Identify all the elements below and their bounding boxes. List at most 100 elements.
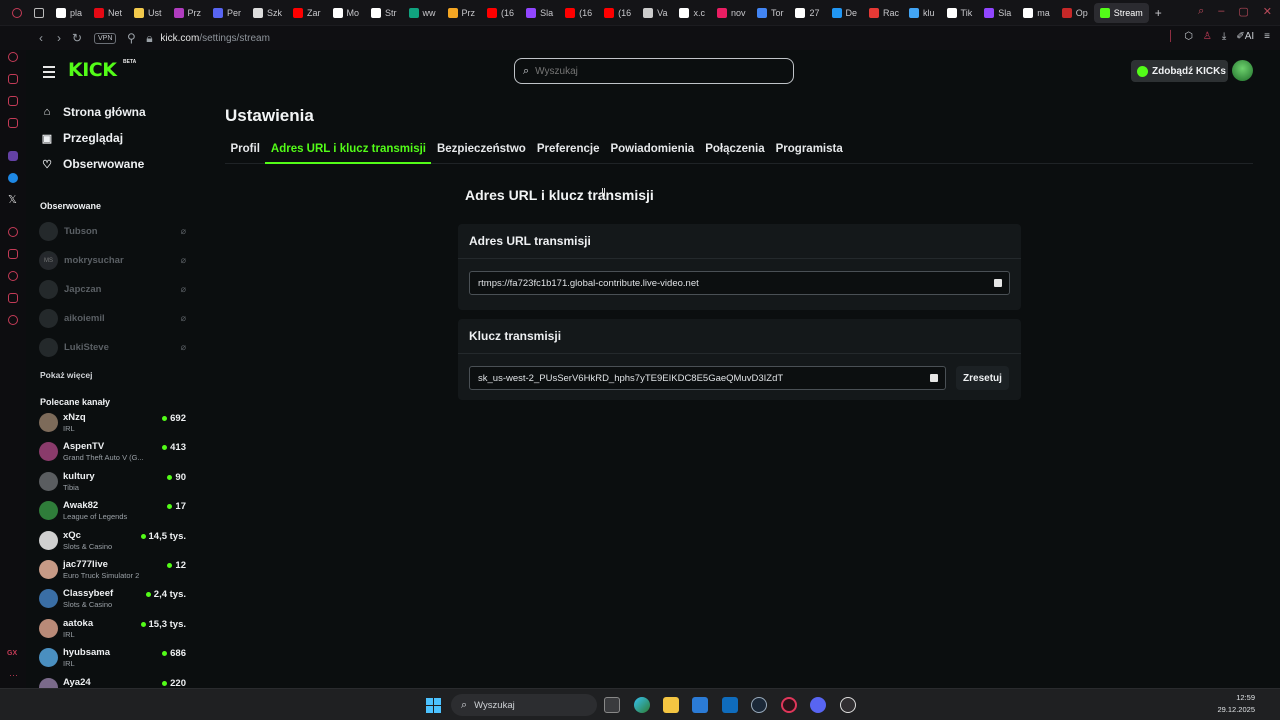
system-clock[interactable]: 12:59 29.12.2025 [1217,692,1255,716]
stream-url-field[interactable]: rtmps://fa723fc1b171.global-contribute.l… [469,271,1010,295]
browser-tab[interactable]: (16 [559,3,598,23]
browser-tab[interactable]: Mo [327,3,366,23]
browser-tab[interactable]: pla [50,3,88,23]
opera-menu-button[interactable] [6,3,28,23]
following-channel[interactable]: MS mokrysuchar ⌀ [26,246,192,275]
browser-tab[interactable]: Ust [128,3,168,23]
site-settings-icon[interactable]: ⚲ [122,31,140,45]
following-channel[interactable]: LukiSteve ⌀ [26,333,192,362]
browser-tab[interactable]: Per [207,3,247,23]
copy-icon[interactable] [994,279,1002,287]
recommended-channel[interactable]: AspenTV Grand Theft Auto V (G... 413 [26,439,192,468]
file-explorer-icon[interactable] [663,697,679,713]
aria-ai-button[interactable]: ✐AI [1236,31,1254,42]
browser-tab[interactable]: ma [1017,3,1056,23]
opera-gx-icon[interactable] [781,697,797,713]
sidebar-workspace-icon[interactable] [8,74,18,84]
user-avatar[interactable] [1232,60,1253,81]
reload-button[interactable]: ↻ [68,31,86,45]
obs-icon[interactable] [840,697,856,713]
reset-key-button[interactable]: Zresetuj [956,366,1009,390]
browser-tab[interactable]: Rac [863,3,903,23]
taskbar-search[interactable]: ⌕ Wyszukaj [451,694,597,716]
back-button[interactable]: ‹ [32,31,50,45]
get-kicks-button[interactable]: Zdobądź KICKs [1131,60,1228,82]
recommended-channel[interactable]: aatoka IRL 15,3 tys. [26,616,192,645]
stream-key-field[interactable]: sk_us-west-2_PUsSerV6HkRD_hphs7yTE9EIKDC… [469,366,946,390]
vpn-badge[interactable]: VPN [94,32,117,44]
browser-tab[interactable]: Prz [442,3,482,23]
settings-tab[interactable]: Powiadomienia [605,140,700,164]
steam-icon[interactable] [751,697,767,713]
settings-tab[interactable]: Programista [770,140,848,164]
recommended-channel[interactable]: hyubsama IRL 686 [26,645,192,674]
settings-tab[interactable]: Bezpieczeństwo [431,140,531,164]
sidebar-messenger-icon[interactable] [8,173,18,183]
download-icon[interactable]: ⤓ [1222,31,1226,42]
edge-icon[interactable] [634,697,650,713]
recommended-channel[interactable]: Awak82 League of Legends 17 [26,498,192,527]
hamburger-menu-icon[interactable] [43,66,55,81]
browser-tab[interactable]: Prz [168,3,208,23]
copy-icon[interactable] [930,374,938,382]
recommended-channel[interactable]: kultury Tibia 90 [26,469,192,498]
settings-tab[interactable]: Adres URL i klucz transmisji [265,140,432,164]
maximize-button[interactable]: ▢ [1238,5,1248,18]
sidebar-workspace-icon[interactable] [8,118,18,128]
forward-button[interactable]: › [50,31,68,45]
recommended-channel[interactable]: jac777live Euro Truck Simulator 2 12 [26,557,192,586]
browser-tab[interactable]: nov [711,3,751,23]
minimize-button[interactable]: – [1218,5,1224,18]
browser-tab[interactable]: x.c [673,3,711,23]
browser-tab[interactable]: Tik [941,3,979,23]
start-icon[interactable] [426,698,441,713]
tab-overview-button[interactable] [28,3,50,23]
browser-tab[interactable]: Net [88,3,128,23]
settings-tab[interactable]: Profil [225,140,265,164]
sidebar-more-icon[interactable]: ··· [9,670,18,680]
browser-tab[interactable]: Zar [287,3,327,23]
search-box[interactable]: ⌕ [514,58,794,84]
nav-item[interactable]: ♡ Obserwowane [26,151,192,177]
extensions-icon[interactable]: ⬡ [1184,31,1193,42]
browser-tab[interactable]: Str [365,3,403,23]
browser-tab[interactable]: Tor [751,3,790,23]
browser-tab[interactable]: 27 [789,3,825,23]
recommended-channel[interactable]: xQc Slots & Casino 14,5 tys. [26,528,192,557]
lock-icon[interactable]: 🔒︎ [140,31,158,46]
wallet-icon[interactable]: ♙ [1203,31,1212,42]
task-view-icon[interactable] [604,697,620,713]
discord-icon[interactable] [810,697,826,713]
sidebar-x-icon[interactable]: 𝕏 [8,193,17,206]
browser-tab[interactable]: Sla [978,3,1017,23]
sidebar-speed-dial-icon[interactable] [8,52,18,62]
browser-tab[interactable]: klu [903,3,941,23]
sidebar-extensions-icon[interactable] [8,293,18,303]
browser-tab[interactable]: ww [403,3,442,23]
sidebar-gx-icon[interactable]: GX [7,650,17,657]
browser-tab[interactable]: Sla [520,3,559,23]
browser-tab[interactable]: Op [1056,3,1094,23]
sidebar-player-icon[interactable] [8,227,18,237]
browser-tab[interactable]: Szk [247,3,287,23]
following-channel[interactable]: Tubson ⌀ [26,217,192,246]
new-tab-button[interactable]: + [1149,3,1168,23]
settings-tab[interactable]: Połączenia [700,140,770,164]
sidebar-history-icon[interactable] [8,271,18,281]
url-field[interactable]: kick.com/settings/stream [160,33,270,44]
sidebar-wallet-icon[interactable] [8,249,18,259]
nav-item[interactable]: ⌂ Strona główna [26,99,192,125]
browser-tab[interactable]: (16 [481,3,520,23]
outlook-icon[interactable] [722,697,738,713]
menu-icon[interactable]: ≡ [1264,31,1270,42]
sidebar-workspace-icon[interactable] [8,96,18,106]
show-more-link[interactable]: Pokaż więcej [26,370,192,380]
kick-logo[interactable]: KICK [68,59,117,81]
following-channel[interactable]: Japczan ⌀ [26,275,192,304]
browser-tab[interactable]: De [826,3,864,23]
recommended-channel[interactable]: Aya24 220 [26,675,192,688]
recommended-channel[interactable]: xNzq IRL 692 [26,410,192,439]
browser-tab[interactable]: Va [637,3,673,23]
settings-tab[interactable]: Preferencje [531,140,605,164]
sidebar-twitch-icon[interactable] [8,151,18,161]
